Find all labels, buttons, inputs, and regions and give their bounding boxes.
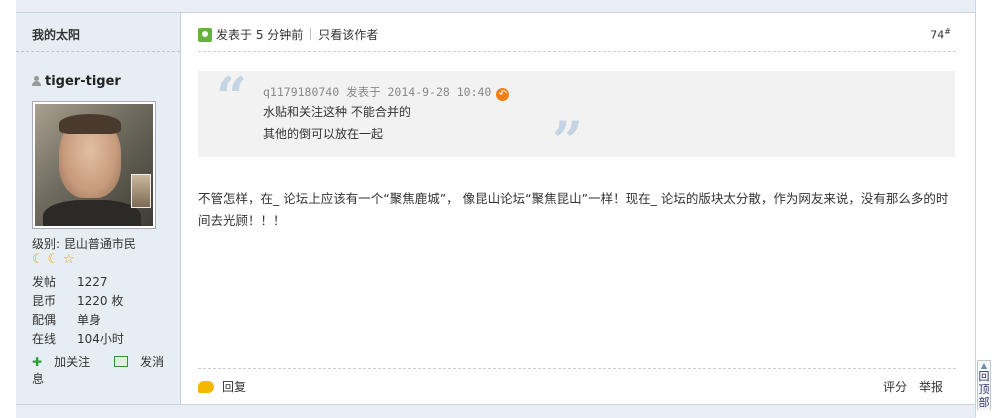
stat-key: 配偶 [32, 313, 57, 327]
quote-open-icon: “ [216, 65, 248, 129]
username-row[interactable]: tiger-tiger [32, 74, 121, 89]
post-body: 不管怎样，在_ 论坛上应该有一个“聚焦鹿城”， 像昆山论坛“聚焦昆山”一样！现在… [198, 191, 949, 228]
report-button[interactable]: 举报 [919, 380, 943, 394]
right-border [975, 0, 976, 417]
follow-label: 加关注 [54, 355, 91, 369]
quote-meta: q1179180740 发表于 2014-9-28 10:40 ↶ [263, 84, 510, 101]
quote-line: 水贴和关注这种 不能合并的 [263, 105, 411, 119]
only-author-link[interactable]: 只看该作者 [318, 28, 378, 42]
level-badges: ☾ ☾ ☆ [32, 252, 75, 267]
mail-icon [114, 356, 129, 367]
quote-close-icon: ” [552, 109, 584, 173]
bottom-strip [16, 404, 976, 418]
top-strip [16, 0, 976, 13]
moon-badge-icon: ☾ [32, 252, 44, 267]
back-arrow-icon[interactable]: ↶ [496, 88, 510, 101]
post-header: 发表于 5 分钟前 只看该作者 74# [198, 26, 956, 46]
user-level: 级别: 昆山普通市民 [32, 237, 136, 251]
floor-number[interactable]: 74# [930, 27, 951, 42]
stat-value: 104小时 [77, 332, 124, 346]
stat-value: 1220 枚 [77, 294, 124, 308]
author-sidebar: 我的太阳 tiger-tiger 级别: 昆山普通市民 ☾ ☾ ☆ 发帖 1227… [16, 13, 181, 404]
header-divider [310, 28, 312, 40]
sidebar-title: 我的太阳 [32, 28, 81, 42]
stat-row: 发帖 1227 [32, 273, 124, 292]
stat-key: 在线 [32, 332, 57, 346]
stat-row: 昆币 1220 枚 [32, 292, 124, 311]
left-gutter [0, 0, 16, 417]
reply-label: 回复 [222, 380, 247, 394]
avatar-inset-photo [131, 174, 151, 208]
user-actions: ✚ 加关注 发消息 [32, 353, 180, 387]
quote-meta-text: q1179180740 发表于 2014-9-28 10:40 [263, 85, 492, 99]
header-separator [198, 51, 956, 52]
sidebar-divider [16, 51, 180, 52]
post-footer-actions: 评分 举报 [871, 378, 943, 395]
avatar[interactable] [32, 101, 156, 229]
post-content: 发表于 5 分钟前 只看该作者 74# “ q1179180740 发表于 201… [181, 13, 976, 404]
user-icon [32, 76, 41, 86]
post-time-icon [198, 28, 212, 42]
stat-row: 配偶 单身 [32, 311, 124, 330]
reply-icon [198, 381, 214, 393]
back-to-top-button[interactable]: ▲ 回顶部 [977, 360, 991, 410]
quote-line: 其他的倒可以放在一起 [263, 127, 384, 141]
stat-row: 在线 104小时 [32, 330, 124, 349]
stat-key: 发帖 [32, 275, 57, 289]
floor-mark: # [944, 27, 951, 36]
floor-value: 74 [930, 28, 945, 42]
follow-button[interactable]: ✚ 加关注 [32, 355, 102, 369]
plus-icon: ✚ [32, 355, 43, 369]
reply-button[interactable]: 回复 [198, 378, 246, 395]
username[interactable]: tiger-tiger [45, 74, 121, 89]
user-stats: 发帖 1227 昆币 1220 枚 配偶 单身 在线 104小时 [32, 273, 124, 349]
footer-separator [198, 368, 956, 369]
star-badge-icon: ☆ [62, 252, 75, 267]
stat-key: 昆币 [32, 294, 57, 308]
rate-button[interactable]: 评分 [883, 380, 907, 394]
post-time: 发表于 5 分钟前 [216, 28, 304, 42]
stat-value: 单身 [77, 313, 102, 327]
moon-badge-icon: ☾ [47, 252, 60, 267]
quote-block: “ q1179180740 发表于 2014-9-28 10:40 ↶ 水贴和关注… [198, 67, 955, 171]
stat-value[interactable]: 1227 [77, 275, 108, 289]
back-to-top-icon: ▲ [980, 361, 988, 370]
avatar-hair [59, 114, 121, 134]
avatar-image [35, 104, 153, 226]
avatar-shirt [43, 200, 141, 226]
back-to-top-label: 回顶部 [978, 370, 990, 409]
